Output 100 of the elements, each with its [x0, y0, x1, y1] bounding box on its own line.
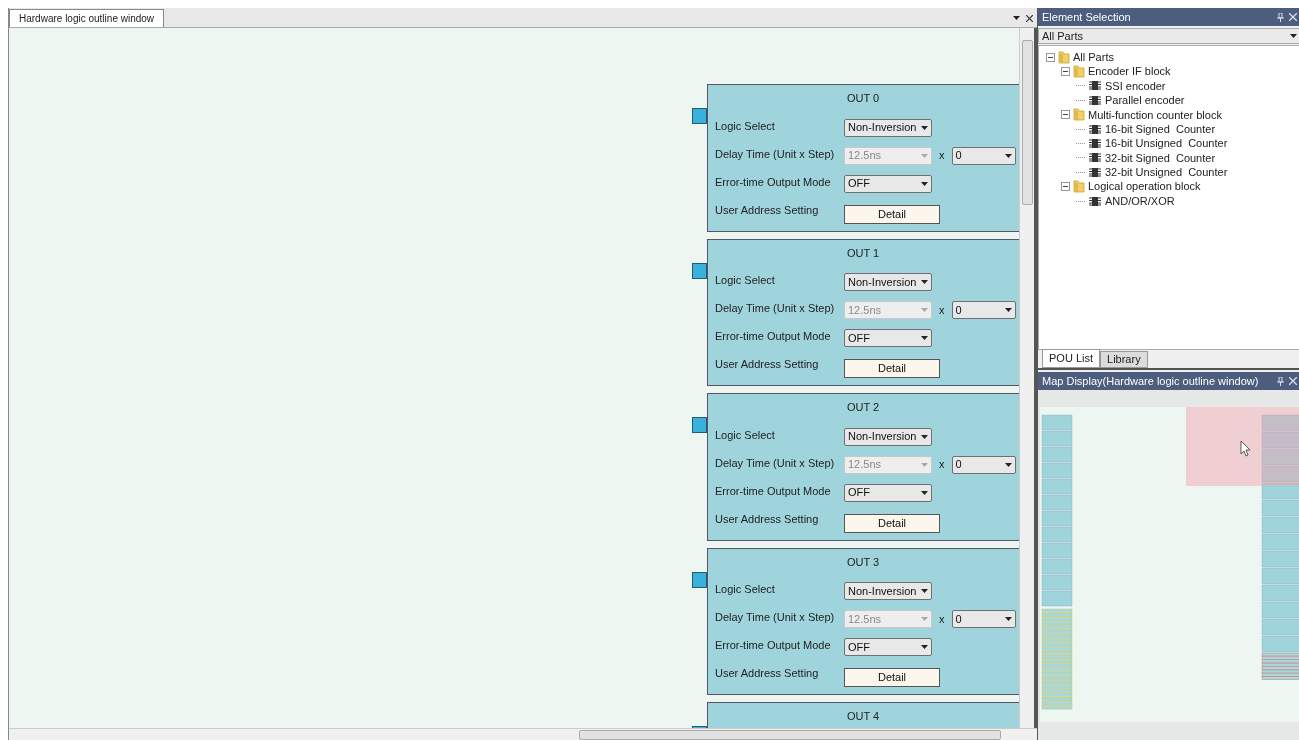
- caret-icon: [1004, 617, 1012, 621]
- tree-item[interactable]: All Parts: [1073, 48, 1114, 66]
- tree-item[interactable]: Parallel encoder: [1105, 92, 1185, 109]
- connector-port[interactable]: [692, 417, 707, 433]
- filter-dropdown[interactable]: All Parts: [1038, 28, 1299, 44]
- field-label: Error-time Output Mode: [715, 638, 832, 652]
- pane-title: Element Selection: [1042, 9, 1131, 25]
- chip-icon: [1088, 94, 1102, 106]
- pane-title: Map Display(Hardware logic outline window): [1042, 373, 1259, 389]
- caret-icon: [1004, 308, 1012, 312]
- multiply-sign: x: [939, 148, 945, 164]
- multiply-sign: x: [939, 457, 945, 473]
- pane-tab[interactable]: Library: [1100, 351, 1148, 368]
- detail-button[interactable]: Detail: [844, 204, 940, 224]
- field-label: Logic Select: [715, 427, 776, 442]
- collapse-icon[interactable]: [1061, 182, 1070, 192]
- dropdown[interactable]: 0: [951, 610, 1016, 628]
- folder-icon: [1073, 108, 1085, 122]
- block-title: OUT 2: [845, 400, 881, 415]
- tree-item[interactable]: 16-bit Unsigned Counter: [1105, 135, 1228, 152]
- caret-icon: [921, 153, 928, 158]
- tree-item[interactable]: 32-bit Signed Counter: [1105, 149, 1216, 167]
- field-label: User Address Setting: [715, 357, 820, 371]
- caret-icon: [921, 645, 928, 649]
- pane-tab[interactable]: POU List: [1042, 349, 1100, 368]
- tree-item[interactable]: Encoder IF block: [1088, 63, 1171, 80]
- dropdown[interactable]: 0: [951, 455, 1016, 474]
- multiply-sign: x: [939, 302, 945, 318]
- block-title: OUT 4: [845, 709, 881, 724]
- caret-icon: [921, 181, 928, 186]
- caret-icon: [1004, 153, 1012, 158]
- field-label: Logic Select: [715, 273, 776, 287]
- block-title: OUT 0: [845, 91, 881, 106]
- field-label: User Address Setting: [715, 666, 820, 680]
- dropdown[interactable]: OFF: [844, 638, 932, 656]
- collapse-icon[interactable]: [1061, 110, 1070, 120]
- field-label: Delay Time (Unit x Step): [715, 301, 836, 315]
- caret-icon: [921, 308, 928, 312]
- dropdown[interactable]: 0: [951, 301, 1016, 319]
- caret-icon: [921, 280, 928, 284]
- chip-icon: [1088, 80, 1102, 92]
- folder-icon: [1073, 180, 1085, 194]
- caret-icon: [921, 490, 928, 495]
- field-label: Error-time Output Mode: [715, 329, 832, 343]
- pin-icon[interactable]: [1277, 376, 1284, 386]
- caret-icon: [1013, 16, 1020, 20]
- document-tab[interactable]: Hardware logic outline window: [9, 9, 165, 27]
- field-label: Logic Select: [715, 582, 776, 596]
- detail-button[interactable]: Detail: [844, 668, 940, 687]
- caret-icon: [921, 462, 928, 467]
- dropdown[interactable]: Non-Inversion: [844, 427, 932, 446]
- field-label: Error-time Output Mode: [715, 174, 832, 189]
- close-icon[interactable]: [1026, 14, 1033, 22]
- multiply-sign: x: [939, 611, 945, 627]
- block-title: OUT 1: [845, 245, 881, 261]
- field-label: User Address Setting: [715, 511, 820, 526]
- tree-item[interactable]: 32-bit Unsigned Counter: [1105, 164, 1228, 181]
- caret-icon: [1004, 462, 1012, 467]
- dropdown[interactable]: Non-Inversion: [844, 118, 932, 137]
- collapse-icon[interactable]: [1061, 67, 1070, 77]
- detail-button[interactable]: Detail: [844, 359, 940, 378]
- tree-item[interactable]: 16-bit Signed Counter: [1105, 120, 1216, 138]
- horizontal-scrollbar[interactable]: [9, 728, 1037, 740]
- field-label: Error-time Output Mode: [715, 483, 832, 498]
- field-label: Delay Time (Unit x Step): [715, 455, 836, 470]
- field-label: Logic Select: [715, 118, 776, 133]
- caret-icon: [921, 125, 928, 130]
- connector-port[interactable]: [692, 571, 707, 588]
- caret-icon: [921, 589, 928, 593]
- pin-icon[interactable]: [1277, 12, 1284, 22]
- folder-icon: [1058, 50, 1070, 64]
- tree-item[interactable]: Logical operation block: [1088, 178, 1201, 195]
- dropdown[interactable]: Non-Inversion: [844, 582, 932, 600]
- connector-port[interactable]: [692, 262, 707, 279]
- tree-item[interactable]: Multi-function counter block: [1088, 106, 1222, 123]
- vertical-scrollbar[interactable]: [1019, 28, 1034, 728]
- chip-icon: [1088, 152, 1102, 164]
- block-title: OUT 3: [845, 554, 881, 570]
- chip-icon: [1088, 195, 1102, 207]
- field-label: Delay Time (Unit x Step): [715, 146, 836, 161]
- dropdown[interactable]: OFF: [844, 174, 932, 193]
- tree-item[interactable]: SSI encoder: [1105, 77, 1166, 95]
- chip-icon: [1088, 166, 1102, 178]
- dropdown[interactable]: 0: [951, 146, 1016, 165]
- collapse-icon[interactable]: [1046, 52, 1055, 62]
- dropdown[interactable]: OFF: [844, 329, 932, 347]
- chip-icon: [1088, 123, 1102, 135]
- detail-button[interactable]: Detail: [844, 513, 940, 533]
- dropdown[interactable]: OFF: [844, 483, 932, 502]
- field-label: Delay Time (Unit x Step): [715, 610, 836, 624]
- field-label: User Address Setting: [715, 202, 820, 217]
- folder-icon: [1073, 65, 1085, 79]
- caret-icon: [921, 617, 928, 621]
- caret-icon: [921, 336, 928, 340]
- caret-icon: [921, 434, 928, 439]
- caret-icon: [1290, 34, 1297, 38]
- tree-item[interactable]: AND/OR/XOR: [1105, 192, 1175, 210]
- chip-icon: [1088, 138, 1102, 150]
- connector-port[interactable]: [692, 108, 707, 124]
- dropdown[interactable]: Non-Inversion: [844, 273, 932, 291]
